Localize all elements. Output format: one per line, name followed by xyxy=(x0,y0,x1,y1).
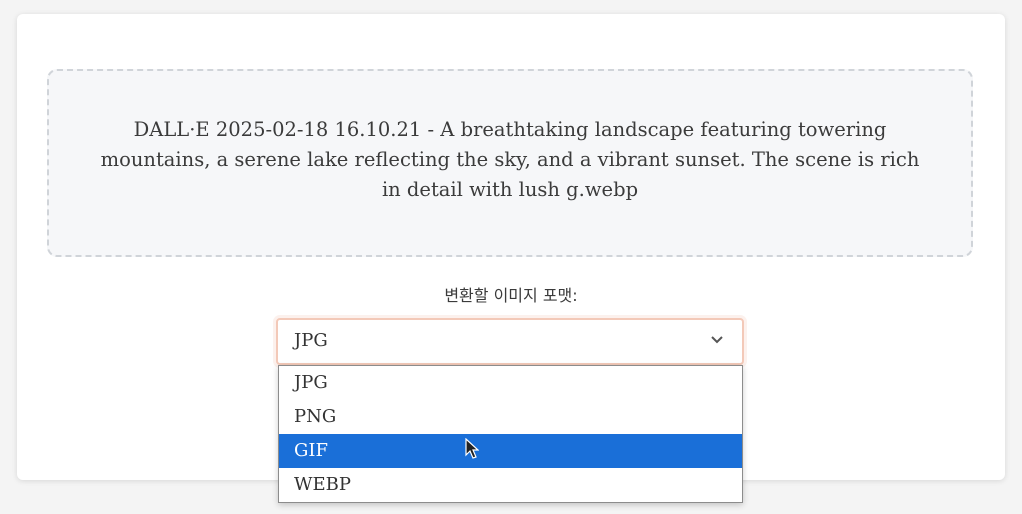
chevron-down-icon xyxy=(711,336,723,344)
mouse-pointer-icon xyxy=(465,438,479,459)
format-select[interactable]: JPG xyxy=(276,318,744,365)
format-option-gif[interactable]: GIF xyxy=(279,434,742,468)
format-option-webp[interactable]: WEBP xyxy=(279,468,742,502)
format-options-list: JPG PNG GIF WEBP xyxy=(278,365,743,503)
format-label: 변환할 이미지 포맷: xyxy=(444,286,578,305)
format-select-value: JPG xyxy=(294,330,328,351)
format-option-png[interactable]: PNG xyxy=(279,400,742,434)
format-option-jpg[interactable]: JPG xyxy=(279,366,742,400)
page: DALL·E 2025-02-18 16.10.21 - A breathtak… xyxy=(0,0,1022,514)
uploaded-filename: DALL·E 2025-02-18 16.10.21 - A breathtak… xyxy=(100,118,920,201)
file-dropzone[interactable]: DALL·E 2025-02-18 16.10.21 - A breathtak… xyxy=(47,69,973,257)
